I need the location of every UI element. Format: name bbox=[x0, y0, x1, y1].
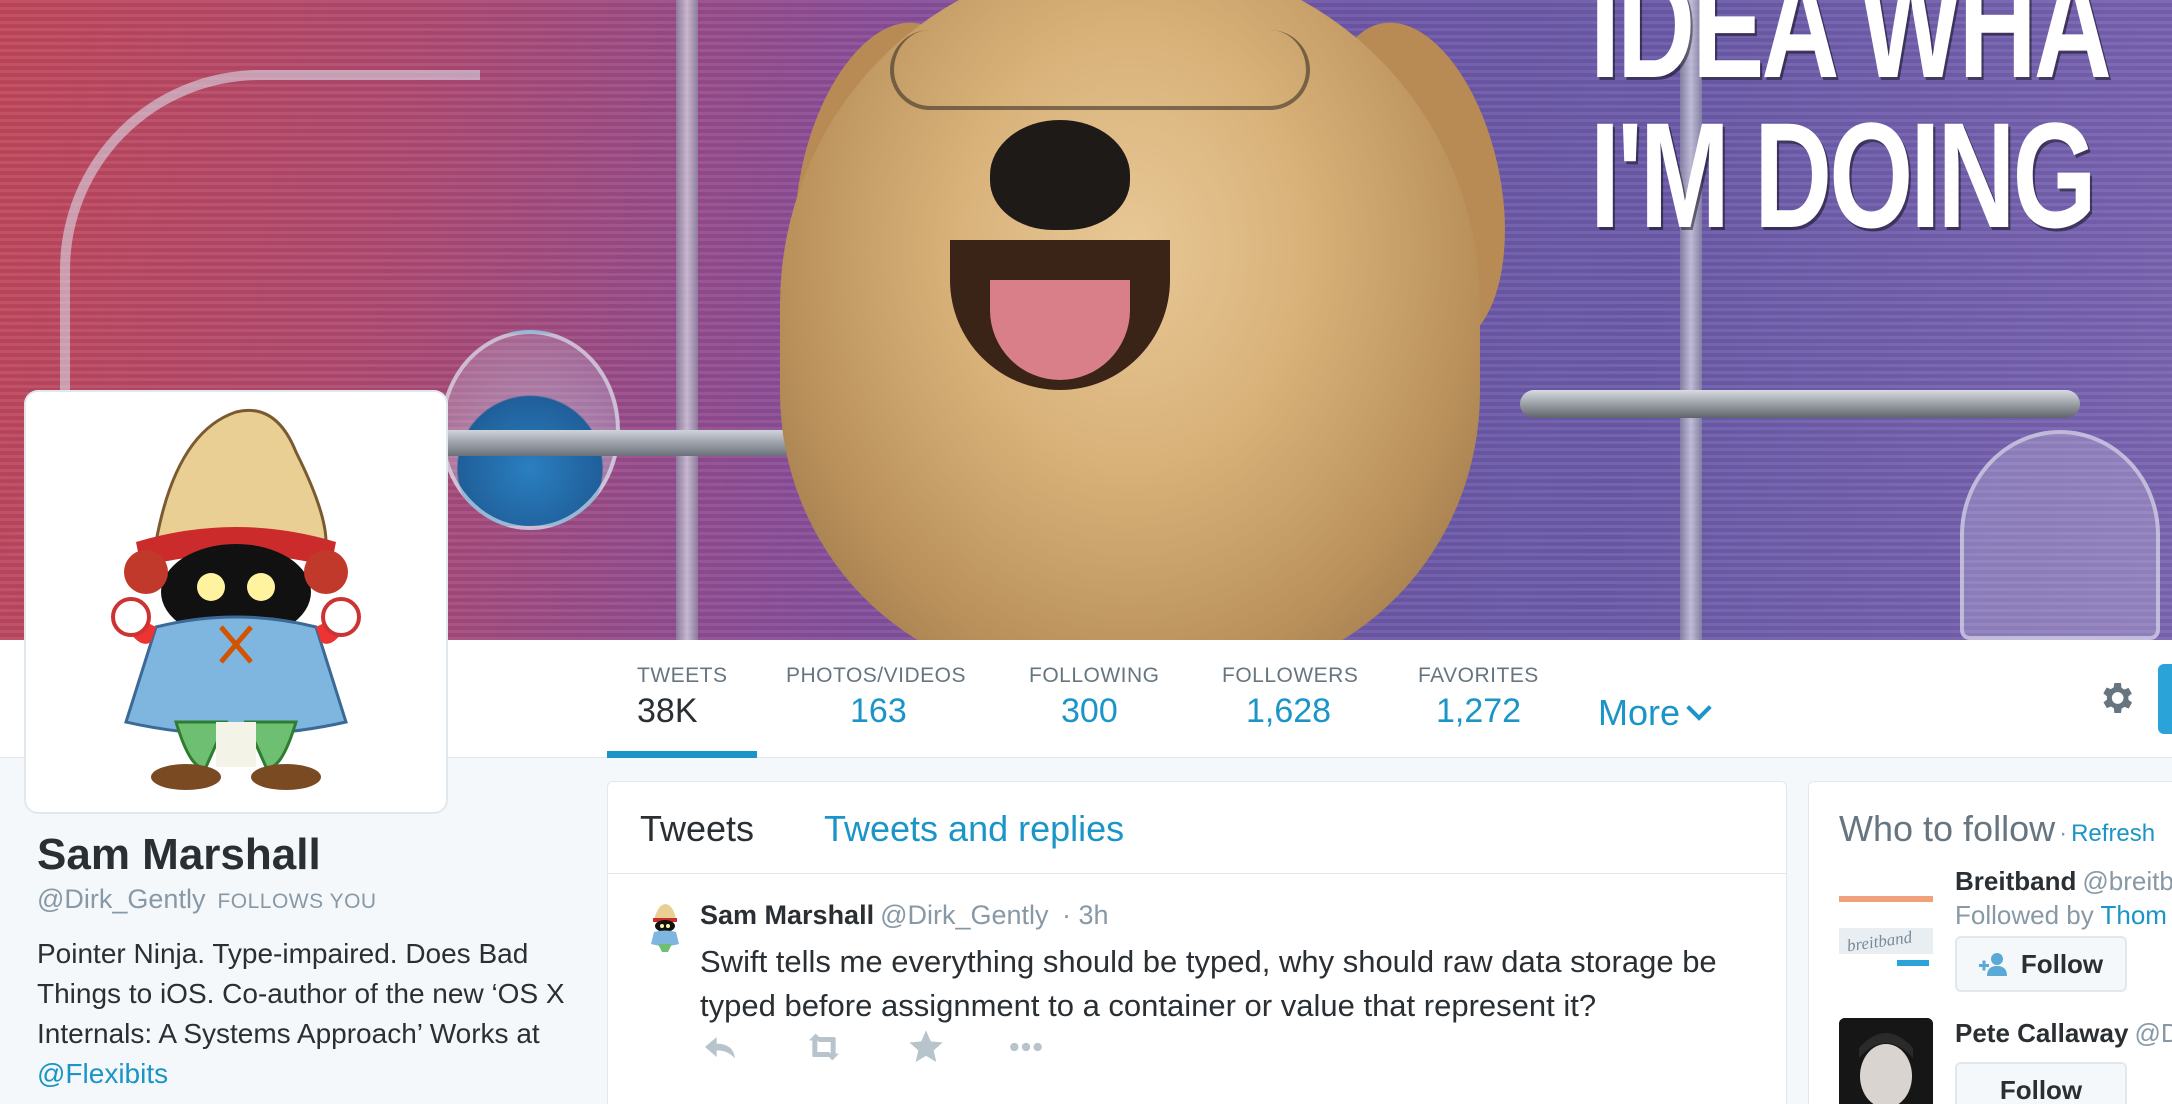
tweet-text: Swift tells me everything should be type… bbox=[700, 944, 1717, 1023]
profile-bio-text: Pointer Ninja. Type-impaired. Does Bad T… bbox=[37, 938, 565, 1049]
follow-button-label: Follow bbox=[1999, 1074, 2083, 1104]
who-to-follow-card: Who to follow · Refresh breitband Breitban… bbox=[1808, 781, 2172, 1104]
dog-glasses bbox=[890, 30, 1310, 110]
stat-favorites[interactable]: FAVORITES 1,272 bbox=[1418, 664, 1539, 731]
stat-label: FOLLOWING bbox=[1029, 664, 1160, 687]
banner-flask bbox=[1960, 430, 2160, 640]
favorite-star-icon[interactable] bbox=[906, 1027, 946, 1067]
stat-label: FAVORITES bbox=[1418, 664, 1539, 687]
breitband-logo: breitband bbox=[1839, 896, 1933, 966]
chevron-down-icon bbox=[1686, 695, 1712, 721]
banner-clamp bbox=[420, 430, 800, 456]
stat-value: 163 bbox=[850, 692, 907, 730]
tweet-actions bbox=[700, 1027, 1100, 1067]
refresh-link[interactable]: Refresh bbox=[2071, 820, 2155, 847]
follow-button-label: Follow bbox=[2020, 948, 2104, 979]
tweet-timestamp[interactable]: · 3h bbox=[1062, 900, 1109, 930]
stat-value: 1,272 bbox=[1436, 692, 1522, 730]
pete-callaway-photo bbox=[1839, 1018, 1933, 1104]
stat-tweets[interactable]: TWEETS 38K bbox=[637, 664, 728, 731]
suggestion-avatar[interactable] bbox=[1839, 1018, 1933, 1104]
tweet-author-handle[interactable]: @Dirk_Gently bbox=[880, 900, 1048, 930]
suggestion-name-line: Pete Callaway @D bbox=[1955, 1018, 2172, 1049]
follows-you-badge: FOLLOWS YOU bbox=[217, 890, 377, 913]
profile-handle-line: @Dirk_Gently FOLLOWS YOU bbox=[37, 884, 377, 915]
suggestion-handle[interactable]: @breitb bbox=[2082, 866, 2172, 896]
stat-label: TWEETS bbox=[637, 664, 728, 687]
meme-text: IDEA WHA I'M DOING bbox=[1590, 0, 2112, 259]
tweet-author-avatar[interactable] bbox=[644, 902, 686, 954]
add-user-icon bbox=[1978, 953, 2007, 976]
stat-followers[interactable]: FOLLOWERS 1,628 bbox=[1222, 664, 1358, 731]
meme-line: IDEA WHA bbox=[1590, 0, 2112, 109]
reply-icon[interactable] bbox=[700, 1027, 740, 1067]
more-options-icon[interactable] bbox=[1006, 1027, 1046, 1067]
suggestion-name[interactable]: Pete Callaway bbox=[1955, 1018, 2128, 1048]
stat-label: FOLLOWERS bbox=[1222, 664, 1359, 687]
tab-tweets-and-replies[interactable]: Tweets and replies bbox=[824, 808, 1124, 850]
tweet-header: Sam Marshall @Dirk_Gently · 3h bbox=[700, 900, 1109, 931]
banner-clamp bbox=[1520, 390, 2080, 418]
active-stat-underline bbox=[607, 751, 757, 758]
profile-handle[interactable]: @Dirk_Gently bbox=[37, 884, 205, 914]
more-dropdown[interactable]: More bbox=[1598, 692, 1712, 734]
meme-line: I'M DOING bbox=[1590, 91, 2097, 259]
profile-bio: Pointer Ninja. Type-impaired. Does Bad T… bbox=[37, 934, 577, 1094]
stat-photos-videos[interactable]: PHOTOS/VIDEOS 163 bbox=[786, 664, 966, 731]
timeline-tabs: Tweets Tweets and replies bbox=[608, 782, 1786, 874]
profile-page: IDEA WHA I'M DOING TWEETS 38K PHOTOS/VID… bbox=[0, 0, 2172, 1104]
suggestion-social-context: Followed by Thom bbox=[1955, 900, 2167, 931]
follow-button[interactable]: Follow bbox=[1955, 1062, 2127, 1104]
separator-dot: · bbox=[2059, 820, 2068, 847]
tab-tweets[interactable]: Tweets bbox=[640, 808, 754, 850]
timeline-card: Tweets Tweets and replies Sam Marshall @D… bbox=[607, 781, 1787, 1104]
dog-nose bbox=[990, 120, 1130, 230]
who-to-follow-title: Who to follow bbox=[1839, 808, 2056, 849]
stat-value: 300 bbox=[1061, 692, 1118, 730]
profile-name: Sam Marshall bbox=[37, 830, 321, 879]
stat-label: PHOTOS/VIDEOS bbox=[786, 664, 966, 687]
banner-lab-pole bbox=[676, 0, 698, 640]
stat-value: 38K bbox=[637, 692, 698, 730]
more-label: More bbox=[1598, 692, 1681, 733]
avatar-illustration bbox=[111, 408, 361, 790]
stat-following[interactable]: FOLLOWING 300 bbox=[1029, 664, 1160, 731]
retweet-icon[interactable] bbox=[804, 1027, 844, 1067]
followed-by-label: Followed by bbox=[1955, 900, 2094, 930]
suggestion-handle[interactable]: @D bbox=[2134, 1018, 2172, 1048]
bio-link[interactable]: @Flexibits bbox=[37, 1058, 168, 1089]
suggestion-name-line: Breitband @breitb bbox=[1955, 866, 2172, 897]
suggestion-avatar[interactable]: breitband bbox=[1839, 888, 1933, 982]
who-to-follow-header: Who to follow · Refresh bbox=[1839, 808, 2155, 850]
suggestion-name[interactable]: Breitband bbox=[1955, 866, 2076, 896]
profile-avatar[interactable] bbox=[26, 392, 446, 812]
followed-by-link[interactable]: Thom bbox=[2101, 900, 2167, 930]
stat-value: 1,628 bbox=[1246, 692, 1332, 730]
tweet-author-name[interactable]: Sam Marshall bbox=[700, 900, 874, 930]
gear-icon[interactable] bbox=[2096, 678, 2136, 718]
edit-profile-button[interactable] bbox=[2158, 664, 2172, 734]
follow-button[interactable]: Follow bbox=[1955, 936, 2127, 992]
